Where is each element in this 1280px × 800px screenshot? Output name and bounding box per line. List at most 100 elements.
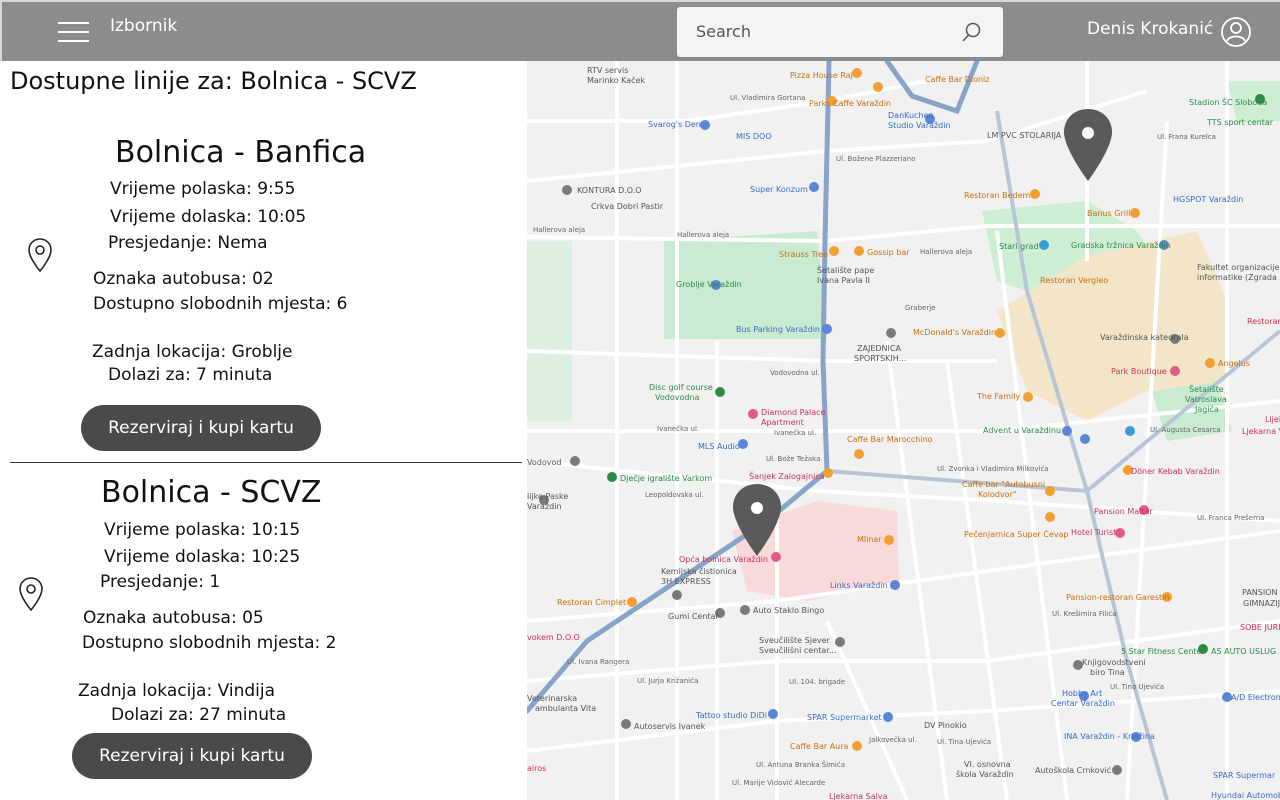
map-street-label: Vodovodna ul.	[770, 369, 820, 377]
map-street-label: Ul. Franca Prešerna	[1197, 514, 1265, 522]
map-poi-label: Lijek	[1265, 415, 1280, 424]
map-poi-label: Sveučilišni centar...	[759, 646, 837, 655]
map-poi-label: ZAJEDNICA	[857, 344, 901, 353]
map-poi-label: informatike (Zgrada 2)	[1197, 273, 1280, 282]
search-placeholder: Search	[696, 22, 751, 41]
map-poi-label: RTV servis	[587, 66, 629, 75]
reserve-buy-ticket-button[interactable]: Rezerviraj i kupi kartu	[81, 405, 321, 451]
map-poi-label: PANSION PRAV	[1242, 588, 1280, 597]
map-poi-label: Stari grad	[999, 242, 1039, 251]
map-poi-label: Varaždin	[527, 502, 562, 511]
location-pin-icon[interactable]	[27, 237, 53, 273]
map-poi-label: Ljekarna Vara	[1242, 427, 1280, 436]
map-poi-label: Hobby Art	[1062, 689, 1103, 698]
map-poi-label: Ljekarna Salva	[829, 792, 888, 800]
arrival-time: Vrijeme dolaska: 10:05	[110, 207, 307, 227]
map-street-label: Ul. Frana Kurelca	[1157, 133, 1216, 141]
map-poi-label: Parks Caffe Varaždin	[809, 99, 891, 108]
map-poi-label: biro Tina	[1090, 668, 1125, 677]
map-poi-label: lijke Paske	[527, 492, 569, 501]
map-poi-label: Links Varaždin	[830, 581, 888, 590]
map-poi-label: Pečenjarnica Super Ćevap	[964, 530, 1069, 539]
bus-id: Oznaka autobusa: 02	[93, 269, 274, 289]
map-poi-label: The Family	[977, 392, 1021, 401]
map-poi-label: Fakultet organizacije i	[1197, 263, 1280, 272]
map-street-label: Graberje	[905, 304, 936, 312]
map-poi-label: Šetalište pape	[817, 266, 875, 275]
routes-panel: Dostupne linije za: Bolnica - SCVZ Bolni…	[0, 61, 527, 800]
last-location: Zadnja lokacija: Vindija	[78, 681, 276, 701]
map-poi-label: MIS DOO	[736, 132, 772, 141]
map-street-label: Ul. Božene Plazzeriano	[836, 155, 916, 163]
map-view[interactable]: RTV servis Marinko Kaček Pizza House Raj…	[527, 61, 1280, 800]
map-poi-label: Veterinarska	[527, 694, 578, 703]
map-poi-label: Pansion-restoran Garestin	[1066, 593, 1170, 602]
menu-label[interactable]: Izbornik	[110, 16, 177, 36]
arrival-time: Vrijeme dolaska: 10:25	[104, 547, 301, 567]
route-card: Bolnica - Banfica Vrijeme polaska: 9:55 …	[0, 121, 527, 461]
map-poi-label: Caffe bar "Autobusni	[962, 480, 1046, 489]
map-poi-label: Kolodvor"	[978, 490, 1017, 499]
map-poi-label: Šanjek Zalogajnica	[749, 472, 825, 481]
map-poi-label: SOBE JURIN	[1240, 623, 1280, 632]
map-poi-label: MLS Audio	[698, 442, 740, 451]
map-poi-label: Autoservis Ivanek	[634, 722, 706, 731]
search-input[interactable]: Search	[677, 7, 1003, 57]
route-card: Bolnica - SCVZ Vrijeme polaska: 10:15 Vr…	[0, 461, 527, 800]
arrives-in: Dolazi za: 7 minuta	[108, 365, 273, 385]
map-poi-label: Dječje igralište Varkom	[620, 474, 713, 483]
map-poi-label: Restoran Bedem	[964, 191, 1031, 200]
map-street-label: Ul. Augusta Cesarca	[1150, 426, 1221, 434]
map-poi-label: Svarog's Den	[648, 120, 701, 129]
map-street-label: Ul. Tina Ujevića	[937, 738, 992, 746]
map-poi-label: Diamond Palace	[761, 408, 826, 417]
map-street-label: Leopoldovska ul.	[645, 491, 704, 499]
map-poi-label: McDonald's Varaždin	[913, 328, 997, 337]
available-seats: Dostupno slobodnih mjesta: 2	[82, 633, 337, 653]
map-street-label: Ul. Vladimira Gortana	[730, 94, 806, 102]
location-pin-icon[interactable]	[18, 576, 44, 612]
hamburger-menu-icon[interactable]	[58, 22, 89, 42]
map-poi-label: Park Boutique	[1111, 367, 1167, 376]
page-title: Dostupne linije za: Bolnica - SCVZ	[10, 67, 417, 95]
arrives-in: Dolazi za: 27 minuta	[111, 705, 287, 725]
map-street-label: Ul. Ivana Rangera	[567, 658, 630, 666]
map-poi-label: Crkva Dobri Pastir	[591, 202, 664, 211]
map-poi-label: Šetalište	[1189, 385, 1224, 394]
map-poi-label: Ivana Pavla II	[817, 276, 870, 285]
map-poi-label: Bus Parking Varaždin	[736, 325, 820, 334]
map-poi-label: vokem D.O.O	[527, 633, 580, 642]
map-poi-label: Knjigovodstveni	[1082, 658, 1146, 667]
map-poi-label: Hotel Turist	[1071, 528, 1117, 537]
route-name: Bolnica - Banfica	[115, 135, 367, 170]
map-poi-label: Banus Grill	[1087, 209, 1131, 218]
map-poi-label: DanKuchen	[888, 111, 934, 120]
map-poi-label: KONTURA D.O.O	[577, 186, 642, 195]
map-poi-label: Disc golf course	[649, 383, 713, 392]
map-poi-label: ambulanta Vita	[535, 704, 597, 713]
map-poi-label: Apartment	[761, 418, 804, 427]
map-poi-label: airos	[527, 764, 547, 773]
map-poi-label: Sveučilište Sjever	[759, 636, 830, 645]
map-poi-label: VI. osnovna	[964, 760, 1011, 769]
map-street-label: Ul. Tina Ujevića	[1110, 683, 1165, 691]
map-street-label: Hallerova aleja	[533, 226, 586, 234]
map-poi-label: DV Pinokio	[924, 721, 967, 730]
map-street-label: Hallerova aleja	[920, 248, 973, 256]
map-poi-label: LM PVC STOLARIJA	[987, 131, 1062, 140]
user-name: Denis Krokanić	[1087, 19, 1214, 39]
map-street-label: Ivanečka ul.	[657, 425, 700, 433]
map-street-label: Ul. 104. brigade	[789, 678, 846, 686]
map-poi-label: Caffe Bar Marocchino	[847, 435, 933, 444]
map-poi-label: AS AUTO USLUG	[1211, 647, 1277, 656]
search-icon[interactable]	[961, 21, 983, 43]
departure-time: Vrijeme polaska: 9:55	[110, 179, 296, 199]
map-poi-label: HGSPOT Varaždin	[1173, 195, 1244, 204]
reserve-buy-ticket-button[interactable]: Rezerviraj i kupi kartu	[72, 733, 312, 779]
map-poi-label: Döner Kebab Varaždin	[1131, 467, 1220, 476]
map-street-label: Ul. Krešimira Filića	[1052, 610, 1117, 618]
map-poi-label: škola Varaždin	[956, 770, 1014, 779]
map-poi-label: Tattoo studio DiDi	[696, 711, 767, 720]
map-poi-label: 5 Star Fitness Center	[1121, 647, 1205, 656]
user-account-icon[interactable]	[1220, 16, 1252, 48]
